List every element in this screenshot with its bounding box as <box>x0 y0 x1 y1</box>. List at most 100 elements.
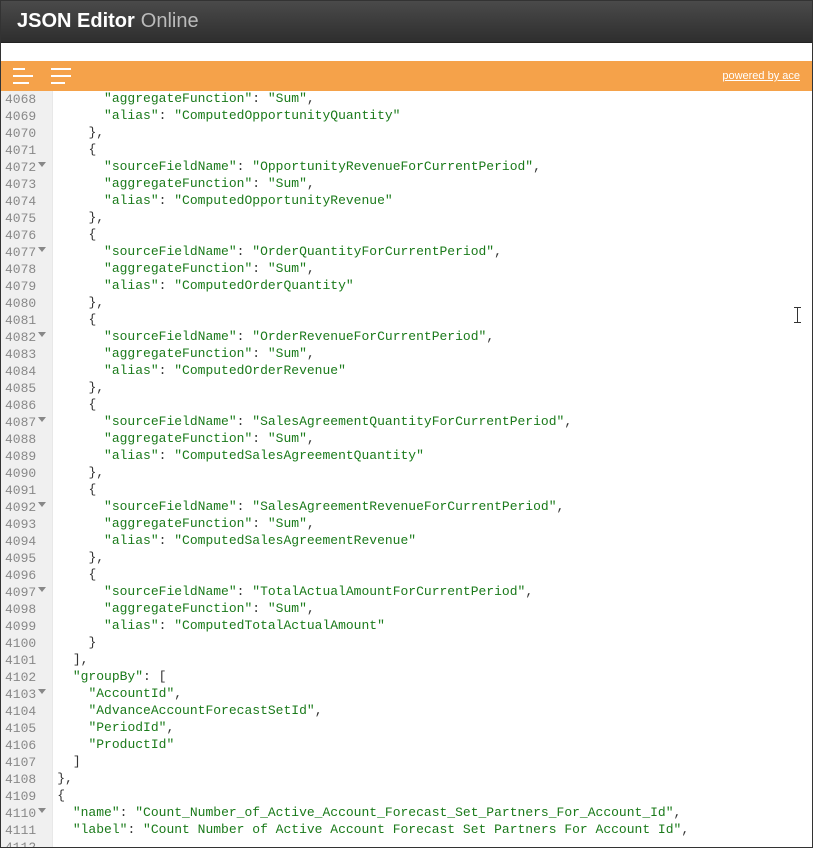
line-number[interactable]: 4111 <box>5 822 46 839</box>
line-number[interactable]: 4085 <box>5 380 46 397</box>
line-number[interactable]: 4075 <box>5 210 46 227</box>
code-line[interactable]: "AdvanceAccountForecastSetId", <box>53 702 812 719</box>
code-line[interactable]: { <box>53 311 812 328</box>
line-number[interactable]: 4106 <box>5 737 46 754</box>
code-line[interactable]: }, <box>53 379 812 396</box>
code-line[interactable]: ] <box>53 753 812 770</box>
line-number[interactable]: 4105 <box>5 720 46 737</box>
line-number[interactable]: 4103 <box>5 686 46 703</box>
code-line[interactable]: "aggregateFunction": "Sum", <box>53 260 812 277</box>
code-line[interactable]: }, <box>53 209 812 226</box>
line-number[interactable]: 4093 <box>5 516 46 533</box>
fold-arrow-icon[interactable] <box>38 689 46 694</box>
code-line[interactable]: "AccountId", <box>53 685 812 702</box>
fold-arrow-icon[interactable] <box>38 162 46 167</box>
code-line[interactable]: }, <box>53 294 812 311</box>
line-number[interactable]: 4109 <box>5 788 46 805</box>
code-line[interactable]: "alias": "ComputedSalesAgreementQuantity… <box>53 447 812 464</box>
line-number[interactable]: 4092 <box>5 499 46 516</box>
code-line[interactable]: "aggregateFunction": "Sum", <box>53 91 812 107</box>
line-number[interactable]: 4100 <box>5 635 46 652</box>
line-number[interactable]: 4110 <box>5 805 46 822</box>
code-line[interactable]: "ProductId" <box>53 736 812 753</box>
code-line[interactable]: "aggregateFunction": "Sum", <box>53 345 812 362</box>
line-number[interactable]: 4094 <box>5 533 46 550</box>
code-line[interactable]: "sourceFieldName": "SalesAgreementQuanti… <box>53 413 812 430</box>
powered-by-link[interactable]: powered by ace <box>722 70 800 82</box>
line-number[interactable]: 4088 <box>5 431 46 448</box>
line-number[interactable]: 4082 <box>5 329 46 346</box>
line-number[interactable]: 4069 <box>5 108 46 125</box>
line-number[interactable]: 4101 <box>5 652 46 669</box>
line-gutter[interactable]: 4068406940704071407240734074407540764077… <box>1 91 53 847</box>
code-line[interactable]: "alias": "ComputedOrderQuantity" <box>53 277 812 294</box>
code-line[interactable]: "sourceFieldName": "OpportunityRevenueFo… <box>53 158 812 175</box>
line-number[interactable]: 4096 <box>5 567 46 584</box>
line-number[interactable]: 4079 <box>5 278 46 295</box>
line-number[interactable]: 4087 <box>5 414 46 431</box>
code-line[interactable]: "label": "Count Number of Active Account… <box>53 821 812 838</box>
line-number[interactable]: 4102 <box>5 669 46 686</box>
line-number[interactable]: 4107 <box>5 754 46 771</box>
line-number[interactable]: 4072 <box>5 159 46 176</box>
line-number[interactable]: 4070 <box>5 125 46 142</box>
code-line[interactable]: "alias": "ComputedOrderRevenue" <box>53 362 812 379</box>
line-number[interactable]: 4108 <box>5 771 46 788</box>
fold-arrow-icon[interactable] <box>38 502 46 507</box>
line-number[interactable]: 4073 <box>5 176 46 193</box>
line-number[interactable]: 4095 <box>5 550 46 567</box>
code-line[interactable]: "aggregateFunction": "Sum", <box>53 600 812 617</box>
line-number[interactable]: 4098 <box>5 601 46 618</box>
code-line[interactable]: ], <box>53 651 812 668</box>
format-compact-icon[interactable] <box>51 68 71 84</box>
line-number[interactable]: 4078 <box>5 261 46 278</box>
code-line[interactable]: { <box>53 396 812 413</box>
code-line[interactable]: "sourceFieldName": "TotalActualAmountFor… <box>53 583 812 600</box>
code-line[interactable]: "name": "Count_Number_of_Active_Account_… <box>53 804 812 821</box>
code-line[interactable]: "sourceFieldName": "OrderRevenueForCurre… <box>53 328 812 345</box>
format-indent-icon[interactable] <box>13 68 33 84</box>
line-number[interactable]: 4068 <box>5 91 46 108</box>
fold-arrow-icon[interactable] <box>38 247 46 252</box>
code-line[interactable]: }, <box>53 124 812 141</box>
code-line[interactable]: "aggregateFunction": "Sum", <box>53 430 812 447</box>
line-number[interactable]: 4083 <box>5 346 46 363</box>
fold-arrow-icon[interactable] <box>38 808 46 813</box>
line-number[interactable]: 4076 <box>5 227 46 244</box>
fold-arrow-icon[interactable] <box>38 417 46 422</box>
code-line[interactable]: "sourceFieldName": "SalesAgreementRevenu… <box>53 498 812 515</box>
line-number[interactable]: 4112 <box>5 839 46 847</box>
code-line[interactable]: { <box>53 566 812 583</box>
code-line[interactable]: { <box>53 226 812 243</box>
code-line[interactable]: "aggregateFunction": "Sum", <box>53 515 812 532</box>
code-line[interactable]: { <box>53 141 812 158</box>
fold-arrow-icon[interactable] <box>38 587 46 592</box>
code-line[interactable]: "alias": "ComputedTotalActualAmount" <box>53 617 812 634</box>
line-number[interactable]: 4080 <box>5 295 46 312</box>
line-number[interactable]: 4074 <box>5 193 46 210</box>
line-number[interactable]: 4099 <box>5 618 46 635</box>
code-line[interactable]: { <box>53 787 812 804</box>
line-number[interactable]: 4077 <box>5 244 46 261</box>
line-number[interactable]: 4090 <box>5 465 46 482</box>
code-line[interactable]: "sourceFieldName": "OrderQuantityForCurr… <box>53 243 812 260</box>
code-line[interactable]: "alias": "ComputedOpportunityQuantity" <box>53 107 812 124</box>
line-number[interactable]: 4091 <box>5 482 46 499</box>
code-line[interactable]: }, <box>53 770 812 787</box>
code-line[interactable]: "alias": "ComputedSalesAgreementRevenue" <box>53 532 812 549</box>
code-line[interactable]: }, <box>53 464 812 481</box>
fold-arrow-icon[interactable] <box>38 332 46 337</box>
line-number[interactable]: 4086 <box>5 397 46 414</box>
line-number[interactable]: 4097 <box>5 584 46 601</box>
line-number[interactable]: 4104 <box>5 703 46 720</box>
code-editor[interactable]: 4068406940704071407240734074407540764077… <box>1 91 812 847</box>
code-line[interactable]: "alias": "ComputedOpportunityRevenue" <box>53 192 812 209</box>
line-number[interactable]: 4089 <box>5 448 46 465</box>
code-line[interactable]: "aggregateFunction": "Sum", <box>53 175 812 192</box>
code-line[interactable]: "groupBy": [ <box>53 668 812 685</box>
line-number[interactable]: 4084 <box>5 363 46 380</box>
code-line[interactable]: }, <box>53 549 812 566</box>
line-number[interactable]: 4081 <box>5 312 46 329</box>
code-line[interactable]: } <box>53 634 812 651</box>
code-line[interactable]: "PeriodId", <box>53 719 812 736</box>
